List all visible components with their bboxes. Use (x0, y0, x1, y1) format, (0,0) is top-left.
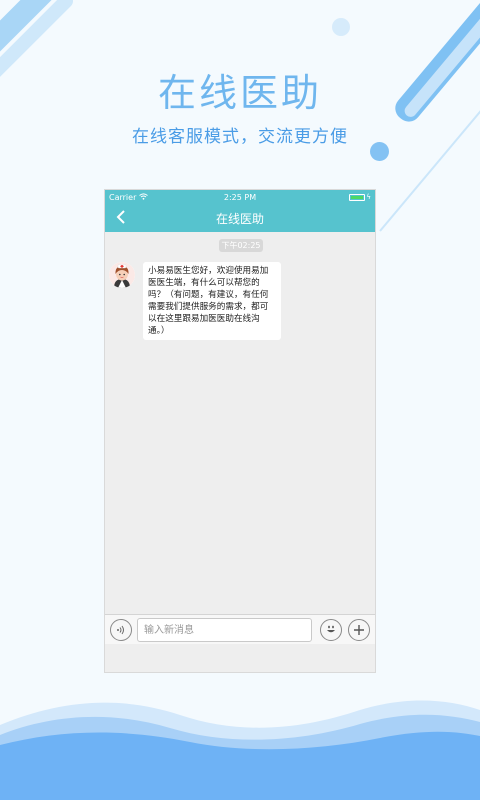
plus-button[interactable] (348, 619, 370, 641)
nav-bar: 在线医助 (105, 204, 375, 232)
hero-title: 在线医助 (157, 71, 322, 115)
status-bar: Carrier 2:25 PM ϟ (105, 190, 375, 204)
back-button[interactable] (111, 208, 131, 228)
chat-area[interactable]: 下午02:25 小易易医生您好，欢迎使用易加医医生端，有什么可以帮您的吗？（有问… (105, 232, 375, 644)
input-bar (105, 614, 375, 644)
voice-icon (115, 621, 127, 640)
message-bubble: 小易易医生您好，欢迎使用易加医医生端，有什么可以帮您的吗？（有问题，有建议，有任… (143, 262, 281, 340)
hero-subtitle: 在线客服模式，交流更方便 (132, 127, 348, 147)
emoji-button[interactable] (320, 619, 342, 641)
decorative-dot (332, 18, 350, 36)
voice-button[interactable] (110, 619, 132, 641)
nav-title: 在线医助 (215, 211, 264, 226)
status-time: 2:25 PM (223, 192, 257, 202)
decorative-waves (0, 700, 480, 800)
phone-mockup: Carrier 2:25 PM ϟ 在线医助 下午02:25 小易易医生您好，欢… (104, 189, 376, 673)
emoji-icon (324, 621, 338, 640)
chevron-left-icon (116, 209, 126, 227)
message-input[interactable] (137, 618, 312, 642)
message-timestamp: 下午02:25 (219, 239, 263, 252)
nurse-avatar-icon[interactable] (109, 262, 135, 288)
plus-icon (353, 621, 365, 640)
